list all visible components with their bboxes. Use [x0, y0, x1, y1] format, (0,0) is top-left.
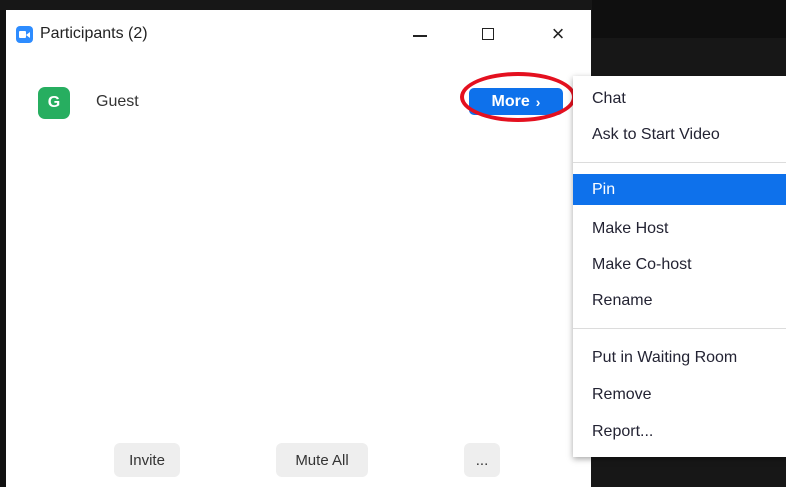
menu-item-remove[interactable]: Remove — [573, 379, 786, 410]
menu-item-make-host[interactable]: Make Host — [573, 213, 786, 244]
close-button[interactable]: × — [544, 22, 572, 46]
menu-item-ask-to-start-video[interactable]: Ask to Start Video — [573, 119, 786, 150]
menu-item-put-in-waiting-room[interactable]: Put in Waiting Room — [573, 342, 786, 373]
title-bar: Participants (2) × — [6, 10, 591, 54]
background-band — [592, 0, 786, 38]
more-button-label: More — [491, 92, 530, 110]
zoom-camera-icon — [16, 26, 33, 43]
menu-item-report[interactable]: Report... — [573, 416, 786, 447]
participants-window: Participants (2) × G Guest Invite Mute A… — [0, 10, 591, 487]
maximize-button[interactable] — [474, 22, 502, 46]
menu-item-chat[interactable]: Chat — [573, 83, 786, 114]
menu-divider — [573, 162, 786, 163]
minimize-icon — [413, 35, 427, 37]
window-title: Participants (2) — [40, 25, 148, 42]
mute-all-button[interactable]: Mute All — [276, 443, 368, 477]
menu-divider — [573, 328, 786, 329]
menu-item-pin[interactable]: Pin — [573, 174, 786, 205]
menu-item-make-co-host[interactable]: Make Co-host — [573, 249, 786, 280]
chevron-right-icon: › — [535, 93, 541, 110]
menu-item-rename[interactable]: Rename — [573, 285, 786, 316]
participant-name: Guest — [96, 93, 139, 110]
close-icon: × — [551, 21, 565, 46]
avatar: G — [38, 87, 70, 119]
minimize-button[interactable] — [406, 22, 434, 46]
participant-context-menu: Chat Ask to Start Video Pin Make Host Ma… — [573, 76, 786, 457]
more-button[interactable]: More › — [469, 88, 563, 115]
more-options-button[interactable]: ... — [464, 443, 500, 477]
maximize-icon — [482, 28, 494, 40]
invite-button[interactable]: Invite — [114, 443, 180, 477]
